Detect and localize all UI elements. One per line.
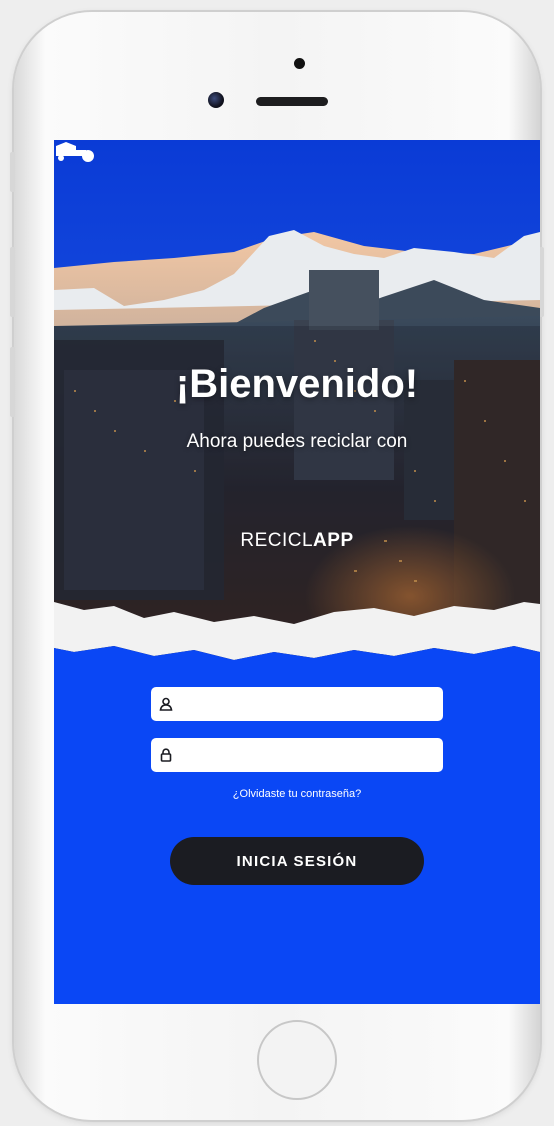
volume-up-button — [10, 247, 15, 317]
brand-logo: RECICLAPP — [54, 530, 540, 552]
hero-banner: ¡Bienvenido! Ahora puedes reciclar con R… — [54, 140, 540, 680]
front-camera — [208, 92, 224, 108]
proximity-sensor — [294, 58, 305, 69]
phone-frame: ¡Bienvenido! Ahora puedes reciclar con R… — [10, 12, 544, 1120]
username-field[interactable] — [151, 687, 443, 721]
brand-name-bold: APP — [313, 530, 354, 551]
app-screen: ¡Bienvenido! Ahora puedes reciclar con R… — [54, 140, 540, 1004]
forgot-password-link[interactable]: ¿Olvidaste tu contraseña? — [54, 788, 540, 800]
username-input[interactable] — [181, 688, 443, 720]
password-input[interactable] — [181, 739, 443, 771]
brand-name-regular: RECICL — [240, 530, 314, 551]
welcome-subtitle: Ahora puedes reciclar con — [186, 431, 408, 452]
welcome-title: ¡Bienvenido! — [175, 362, 419, 406]
password-field[interactable] — [151, 738, 443, 772]
lock-icon — [151, 748, 181, 762]
city-skyline-image — [54, 140, 540, 680]
silent-switch — [10, 152, 15, 192]
recycling-truck-icon — [56, 142, 94, 162]
volume-down-button — [10, 347, 15, 417]
login-button[interactable]: INICIA SESIÓN — [170, 837, 424, 885]
earpiece-speaker — [256, 97, 328, 106]
user-icon — [151, 697, 181, 711]
home-button[interactable] — [257, 1020, 337, 1100]
